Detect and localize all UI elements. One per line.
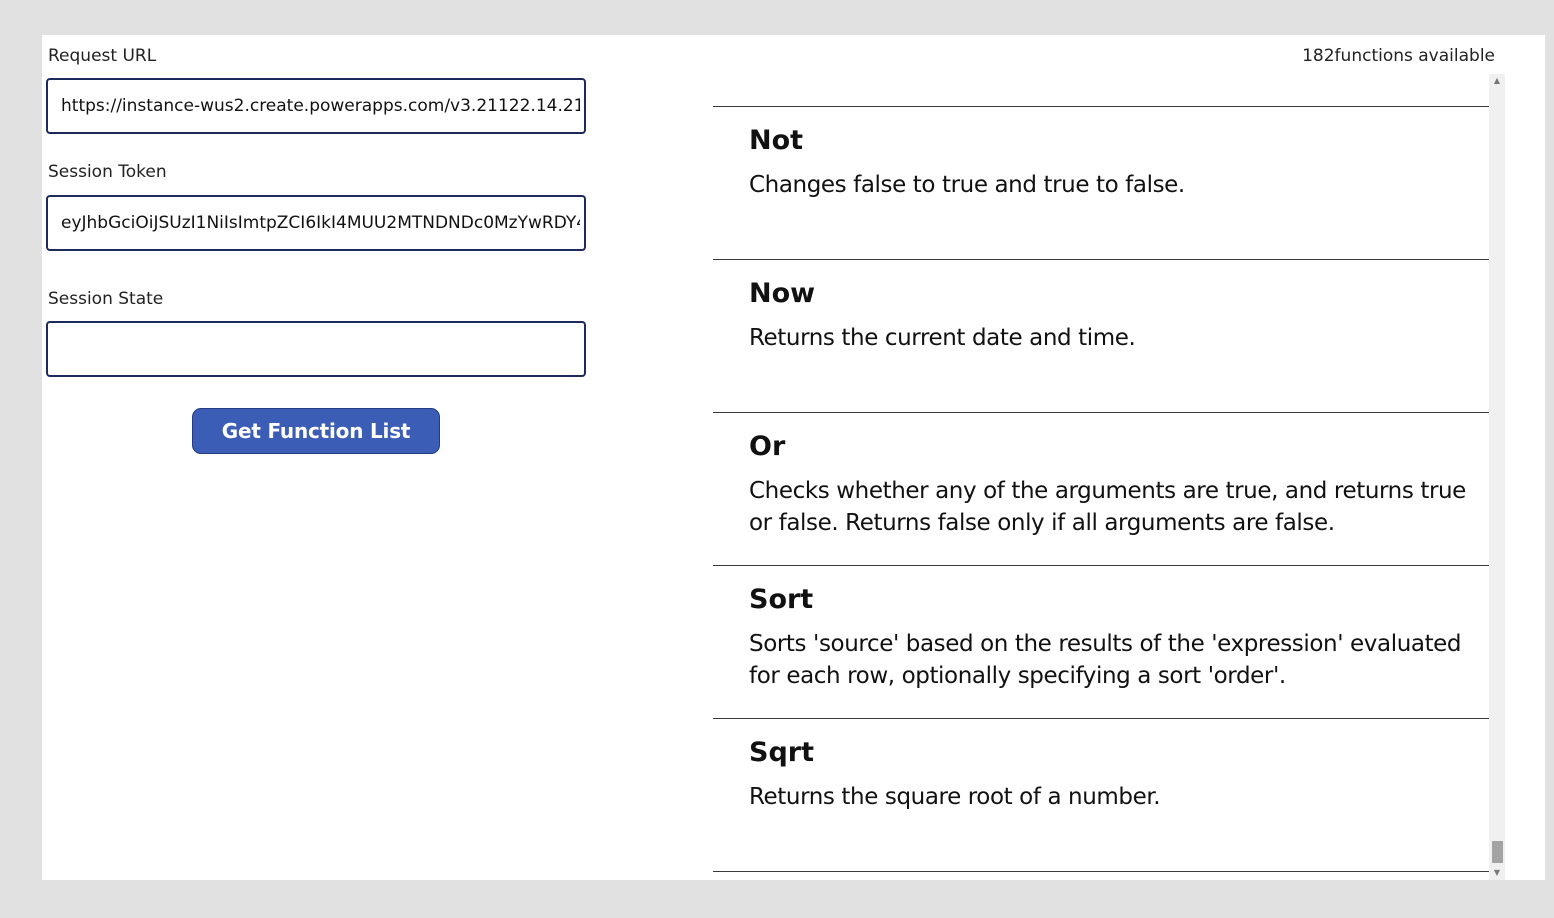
function-description: Returns the square root of a number. bbox=[749, 784, 1161, 810]
function-list-item[interactable]: Sqrt Returns the square root of a number… bbox=[713, 719, 1489, 872]
triangle-up-icon[interactable]: ▲ bbox=[1489, 74, 1505, 88]
function-name: Sqrt bbox=[749, 737, 814, 768]
scrollbar-thumb[interactable] bbox=[1492, 841, 1503, 863]
triangle-down-icon[interactable]: ▼ bbox=[1489, 866, 1505, 880]
function-list-item[interactable]: Sort Sorts 'source' based on the results… bbox=[713, 566, 1489, 719]
function-list[interactable]: Not Changes false to true and true to fa… bbox=[713, 74, 1506, 880]
function-list-item[interactable]: Now Returns the current date and time. bbox=[713, 260, 1489, 413]
function-description: Changes false to true and true to false. bbox=[749, 172, 1185, 198]
function-list-content: Not Changes false to true and true to fa… bbox=[713, 74, 1489, 872]
function-description: Returns the current date and time. bbox=[749, 325, 1136, 351]
get-function-list-button[interactable]: Get Function List bbox=[192, 408, 440, 454]
function-list-scrollbar[interactable]: ▲ ▼ bbox=[1489, 74, 1505, 880]
session-token-label: Session Token bbox=[48, 162, 167, 182]
function-count-label: 182functions available bbox=[1302, 46, 1495, 66]
function-list-item[interactable] bbox=[713, 74, 1489, 107]
session-state-input[interactable] bbox=[46, 321, 586, 377]
function-list-item[interactable]: Or Checks whether any of the arguments a… bbox=[713, 413, 1489, 566]
function-list-item[interactable]: Not Changes false to true and true to fa… bbox=[713, 107, 1489, 260]
function-name: Not bbox=[749, 125, 804, 156]
request-url-label: Request URL bbox=[48, 46, 157, 66]
request-url-input[interactable] bbox=[46, 78, 586, 134]
function-name: Sort bbox=[749, 584, 814, 615]
function-description: Sorts 'source' based on the results of t… bbox=[749, 631, 1462, 689]
function-name: Or bbox=[749, 431, 786, 462]
app-canvas: Request URL Session Token Session State … bbox=[42, 35, 1545, 880]
session-token-input[interactable] bbox=[46, 195, 586, 251]
function-description: Checks whether any of the arguments are … bbox=[749, 478, 1466, 536]
function-name: Now bbox=[749, 278, 816, 309]
session-state-label: Session State bbox=[48, 289, 164, 309]
